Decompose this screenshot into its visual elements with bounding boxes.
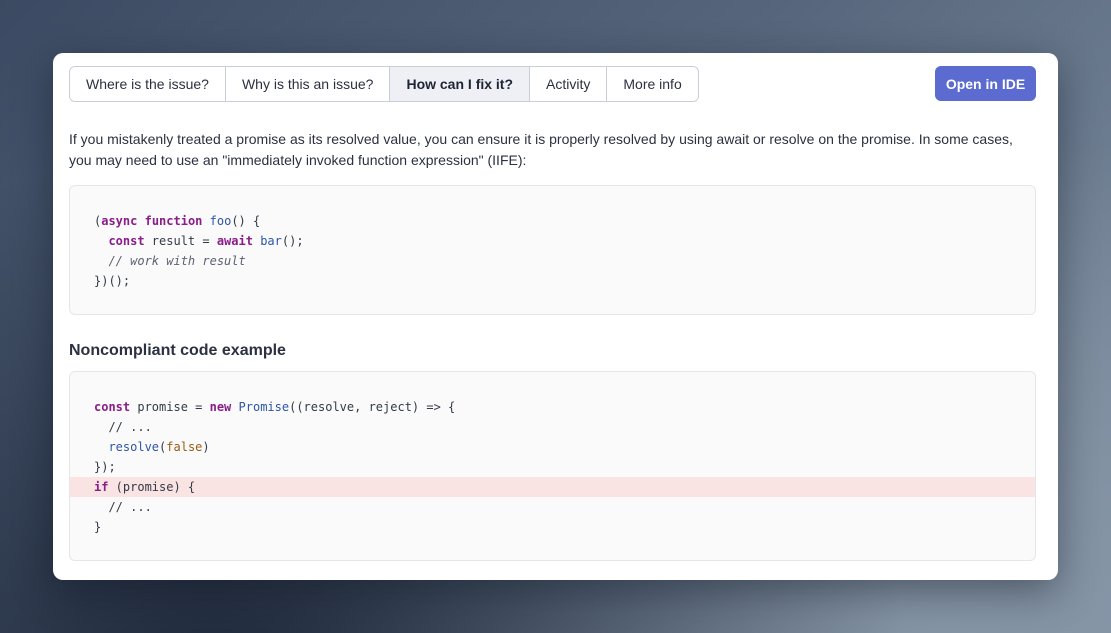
code-token: ((resolve, reject) => { <box>289 400 456 414</box>
code-token: new <box>209 400 232 414</box>
issue-panel: Where is the issue? Why is this an issue… <box>53 53 1058 580</box>
code-token: resolve <box>108 440 160 454</box>
tab-why-is-this-an-issue[interactable]: Why is this an issue? <box>225 67 391 101</box>
code-line: // ... <box>70 417 1035 437</box>
compliant-code-block: (async function foo() { const result = a… <box>69 185 1036 315</box>
code-token: (promise) { <box>108 480 196 494</box>
code-token: bar <box>260 234 282 248</box>
code-token: await <box>216 234 253 248</box>
code-token: foo <box>209 214 232 228</box>
code-token: // ... <box>108 500 152 514</box>
code-line: } <box>70 517 1035 537</box>
code-token: function <box>144 214 203 228</box>
code-line: resolve(false) <box>70 437 1035 457</box>
code-line: (async function foo() { <box>70 211 1035 231</box>
code-token: Promise <box>238 400 290 414</box>
compliant-code-lines: (async function foo() { const result = a… <box>70 211 1035 291</box>
code-line: // ... <box>70 497 1035 517</box>
code-token: async <box>101 214 138 228</box>
open-in-ide-button[interactable]: Open in IDE <box>935 66 1036 101</box>
tab-where-is-the-issue[interactable]: Where is the issue? <box>70 67 226 101</box>
code-token: result = <box>144 234 217 248</box>
noncompliant-code-block: const promise = new Promise((resolve, re… <box>69 371 1036 561</box>
code-token: // work with result <box>108 254 246 268</box>
code-token: promise = <box>130 400 210 414</box>
fix-description: If you mistakenly treated a promise as i… <box>69 131 1013 168</box>
code-token: () { <box>231 214 261 228</box>
code-token: (); <box>281 234 304 248</box>
code-line: // work with result <box>70 251 1035 271</box>
code-token: if <box>94 480 109 494</box>
code-line: })(); <box>70 271 1035 291</box>
noncompliant-code-lines: const promise = new Promise((resolve, re… <box>70 397 1035 537</box>
code-token: // ... <box>108 420 152 434</box>
code-token: const <box>94 400 131 414</box>
code-token: } <box>94 520 102 534</box>
code-line: const promise = new Promise((resolve, re… <box>70 397 1035 417</box>
highlighted-code-line: if (promise) { <box>70 477 1035 497</box>
tab-activity[interactable]: Activity <box>530 67 608 101</box>
code-token: ) <box>202 440 210 454</box>
noncompliant-section-title: Noncompliant code example <box>69 342 286 359</box>
code-token: const <box>108 234 145 248</box>
code-line: }); <box>70 457 1035 477</box>
tab-how-can-i-fix-it[interactable]: How can I fix it? <box>390 67 531 101</box>
code-token: false <box>166 440 203 454</box>
tab-more-info[interactable]: More info <box>607 67 698 101</box>
code-line: const result = await bar(); <box>70 231 1035 251</box>
code-token: }); <box>94 460 116 474</box>
tab-bar: Where is the issue? Why is this an issue… <box>69 66 699 102</box>
code-token: })(); <box>94 274 131 288</box>
